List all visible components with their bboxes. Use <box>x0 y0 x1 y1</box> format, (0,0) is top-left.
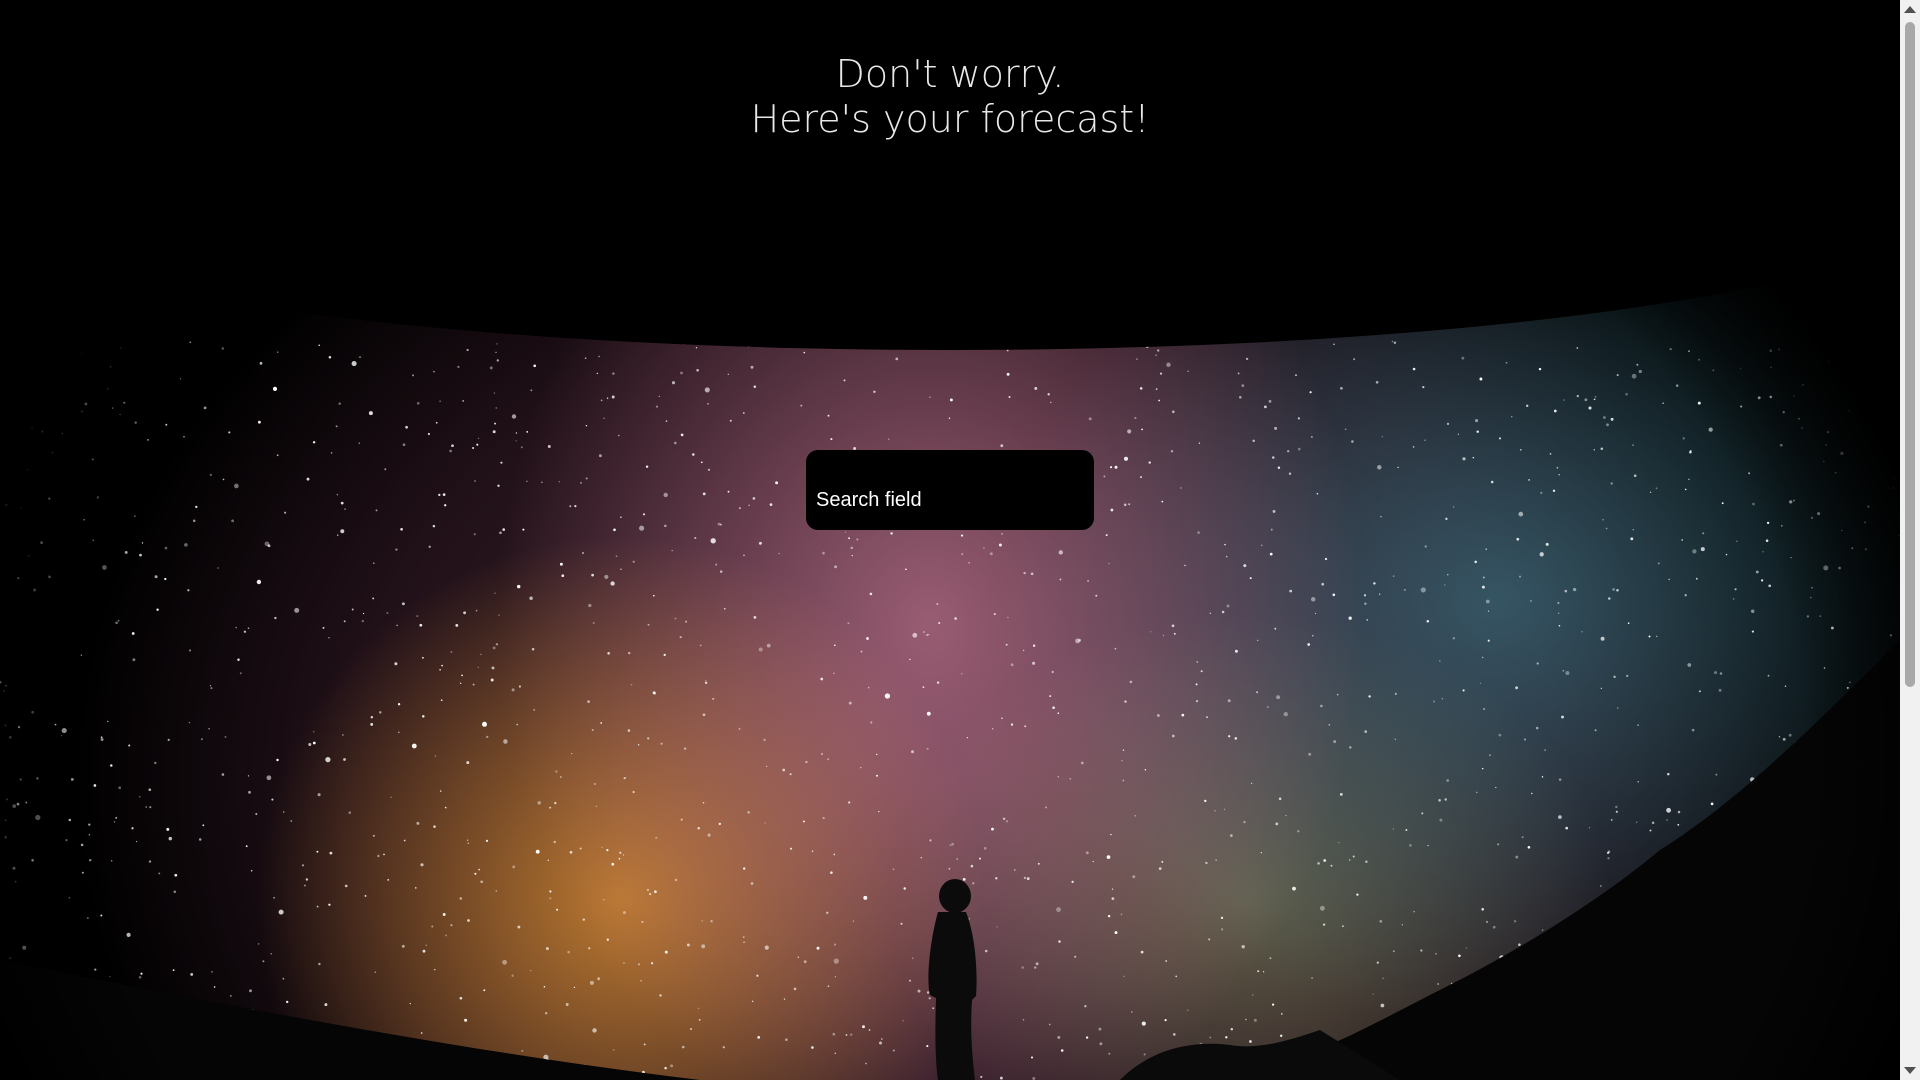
vertical-scrollbar[interactable] <box>1900 0 1920 1080</box>
title-line-1: Don't worry. <box>835 52 1065 96</box>
search-input[interactable] <box>816 480 1084 520</box>
search-box <box>806 450 1094 530</box>
page-title: Don't worry. Here's your forecast! <box>0 52 1900 142</box>
person-silhouette <box>928 879 977 1080</box>
scroll-down-arrow-icon[interactable] <box>1904 1067 1916 1074</box>
title-line-2: Here's your forecast! <box>750 97 1150 141</box>
night-sky-background: Don't worry. Here's your forecast! <box>0 0 1900 1080</box>
scroll-thumb[interactable] <box>1905 22 1915 687</box>
scroll-up-arrow-icon[interactable] <box>1904 6 1916 13</box>
